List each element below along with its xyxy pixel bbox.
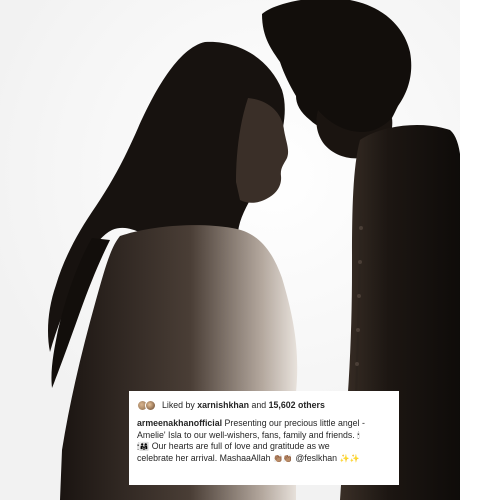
shirt-button bbox=[358, 260, 362, 264]
likes-connector: and bbox=[251, 400, 267, 410]
caption-username[interactable]: armeenakhanofficial bbox=[137, 418, 222, 428]
first-liker-username[interactable]: xarnishkhan bbox=[197, 400, 249, 410]
shirt-button bbox=[359, 226, 363, 230]
post-caption: armeenakhanofficial Presenting our preci… bbox=[137, 418, 391, 465]
caption-line-3: 🕯👨‍👩‍👧 Our hearts are full of love and g… bbox=[137, 441, 391, 453]
likes-count[interactable]: 15,602 others bbox=[269, 400, 325, 410]
shirt-button bbox=[355, 362, 359, 366]
family-emoji: 🕯👨‍👩‍👧 bbox=[137, 442, 150, 452]
caption-line-2: Amelie' Isla to our well-wishers, fans, … bbox=[137, 430, 391, 442]
caption-text-4: celebrate her arrival. MashaaAllah bbox=[137, 453, 271, 464]
right-edge-shadow bbox=[460, 0, 500, 500]
shirt-button bbox=[357, 294, 361, 298]
candle-emoji: 🕯 bbox=[357, 430, 360, 440]
avatar bbox=[145, 399, 156, 411]
caption-text-2: Amelie' Isla to our well-wishers, fans, … bbox=[137, 429, 355, 440]
caption-text-1: Presenting our precious little angel - bbox=[224, 418, 365, 428]
sparkles-emoji: ✨✨ bbox=[339, 454, 360, 464]
likes-prefix: Liked by bbox=[162, 400, 195, 410]
mention-link[interactable]: @feslkhan bbox=[295, 453, 337, 463]
caption-card: Liked by xarnishkhan and 15,602 others a… bbox=[129, 391, 399, 485]
caption-line-4: celebrate her arrival. MashaaAllah 👏🏽👏🏽 … bbox=[137, 453, 391, 465]
likes-row[interactable]: Liked by xarnishkhan and 15,602 others bbox=[137, 397, 391, 413]
clap-emoji: 👏🏽👏🏽 bbox=[272, 454, 293, 464]
caption-text-3: Our hearts are full of love and gratitud… bbox=[151, 441, 330, 452]
caption-line-1: armeenakhanofficial Presenting our preci… bbox=[137, 418, 391, 430]
shirt-button bbox=[356, 328, 360, 332]
liker-avatars bbox=[137, 399, 156, 411]
